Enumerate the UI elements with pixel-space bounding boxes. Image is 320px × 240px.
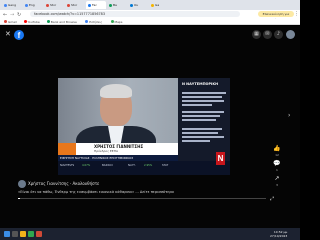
avatar-icon[interactable] <box>286 30 295 39</box>
clock-date: 27/10/2023 <box>270 234 288 238</box>
video-progress-track[interactable] <box>18 198 266 199</box>
tab-favicon-icon <box>130 3 133 7</box>
bookmark-item[interactable]: YouTube <box>23 20 40 25</box>
tab-favicon-icon <box>109 3 112 7</box>
bookmark-item[interactable]: Ειδήσεις <box>85 20 102 25</box>
browser-tab[interactable]: Ga <box>149 1 169 9</box>
os-taskbar <box>0 228 300 240</box>
show-tag <box>58 143 76 155</box>
browser-menu-icon[interactable]: ⋮ <box>294 11 299 17</box>
panel-text-line <box>182 140 210 142</box>
tab-favicon-icon <box>151 3 154 7</box>
channel-logo: Ν ΝΑΥΤΕΜΠΟΡΙΚΗ <box>182 82 218 86</box>
like-count: 12 <box>275 153 279 157</box>
bell-icon[interactable]: ♪ <box>274 30 283 39</box>
tab-favicon-icon <box>4 3 7 7</box>
tab-label: Geng <box>8 3 16 7</box>
bookmark-icon <box>4 20 7 23</box>
tab-favicon-icon <box>25 3 28 7</box>
bookmark-label: Bank and Browse <box>50 20 77 24</box>
bookmark-label: Ειδήσεις <box>89 20 103 24</box>
browser-tab[interactable]: Stor <box>65 1 85 9</box>
tab-favicon-icon <box>67 3 70 7</box>
panel-text-line <box>182 104 212 106</box>
update-button[interactable]: Επανεκκίνηση για ενημέρωση <box>258 11 294 22</box>
tab-label: Eng <box>29 3 35 7</box>
panel-text-line <box>182 136 224 138</box>
app-icon[interactable] <box>36 231 42 237</box>
broadcaster-logo: N <box>216 152 225 165</box>
browser-tab[interactable]: Eng <box>23 1 43 9</box>
post-author[interactable]: Χρήστος Γιαννίτσης · Ακολουθήστε <box>28 181 99 186</box>
bookmark-label: YouTube <box>27 20 40 24</box>
tab-favicon-icon <box>88 3 91 7</box>
author-avatar[interactable] <box>18 180 26 188</box>
stat-item: 4.07% <box>82 164 91 167</box>
thumbs-up-icon[interactable]: 👍 <box>273 145 281 152</box>
facebook-logo-icon[interactable]: f <box>14 30 24 40</box>
panel-text-line <box>182 132 218 134</box>
system-clock: 10:52 μμ 27/10/2023 <box>270 230 287 238</box>
bookmarks-bar <box>0 19 300 25</box>
bookmark-icon <box>23 20 27 23</box>
tab-label: Stor <box>71 3 78 7</box>
panel-text-line <box>182 96 222 98</box>
chevron-right-icon[interactable]: › <box>288 112 290 119</box>
close-icon[interactable]: ✕ <box>5 31 11 38</box>
panel-text-line <box>182 111 224 113</box>
bookmark-icon <box>110 20 114 23</box>
share-icon[interactable]: ↗ <box>273 175 281 182</box>
panel-text-line <box>182 115 220 117</box>
tab-favicon-icon <box>46 3 49 7</box>
browser-tab[interactable]: Ou <box>128 1 148 9</box>
bookmark-item[interactable]: Gmail <box>4 20 17 25</box>
stat-item: STAT <box>162 164 169 167</box>
tab-label: Stor <box>50 3 57 7</box>
stat-item: ΝΑΥΤ. <box>128 164 136 167</box>
file-explorer-icon[interactable] <box>20 231 26 237</box>
search-icon[interactable] <box>12 231 18 237</box>
panel-text-line <box>182 100 224 102</box>
chrome-icon[interactable] <box>28 231 34 237</box>
bookmark-item[interactable]: Bank and Browse <box>46 20 77 25</box>
stat-item: ΒΑΣΙΚΟΙ <box>102 164 113 167</box>
panel-text-line <box>182 119 216 121</box>
comment-count: 1 <box>276 168 278 172</box>
back-icon[interactable]: ← <box>3 12 7 18</box>
speaker-role: Πρόεδρος ΕΕΠΑ <box>94 149 119 153</box>
menu-icon[interactable]: ▦ <box>252 30 261 39</box>
reload-icon[interactable]: ↻ <box>17 12 21 18</box>
panel-text-line <box>182 92 226 94</box>
browser-tab[interactable]: Stor <box>44 1 64 9</box>
comment-icon[interactable]: 💬 <box>273 160 281 167</box>
video-frame[interactable]: Ν ΝΑΥΤΕΜΠΟΡΙΚΗ ΧΡΗΣΤΟΣ ΓΙΑΝΝΙΤΣΗΣ Πρόεδρ… <box>58 78 230 175</box>
browser-tab[interactable]: Ba <box>107 1 127 9</box>
tab-label: Ga <box>155 3 160 7</box>
forward-icon[interactable]: → <box>10 12 14 18</box>
browser-tab[interactable]: Geng <box>2 1 22 9</box>
stat-item: NAVITESTS <box>60 164 75 167</box>
fullscreen-icon[interactable]: ⤢ <box>270 196 274 202</box>
bookmark-label: Maps <box>114 20 123 24</box>
tab-label: Fac <box>92 3 97 7</box>
bookmark-icon <box>46 20 50 23</box>
browser-tab[interactable]: Fac <box>86 1 106 9</box>
tab-label: Ou <box>134 3 139 7</box>
panel-text-line <box>182 128 222 130</box>
start-icon[interactable] <box>4 231 10 237</box>
post-caption: «Είναι ότι να πάθω, Ένθερμ της ευσυμβάσε… <box>18 190 174 194</box>
stat-item: 2.95% <box>144 164 153 167</box>
messenger-icon[interactable]: ✉ <box>263 30 272 39</box>
bookmark-label: Gmail <box>8 20 17 24</box>
tab-label: Ba <box>113 3 117 7</box>
bookmark-item[interactable]: Maps <box>110 20 123 25</box>
bookmark-icon <box>85 20 89 23</box>
speaker-hair <box>100 84 132 98</box>
url-input[interactable]: facebook.com/watch/?v=1157771856783 <box>30 11 240 17</box>
share-count: 3 <box>276 183 278 187</box>
video-progress-fill <box>18 198 20 199</box>
